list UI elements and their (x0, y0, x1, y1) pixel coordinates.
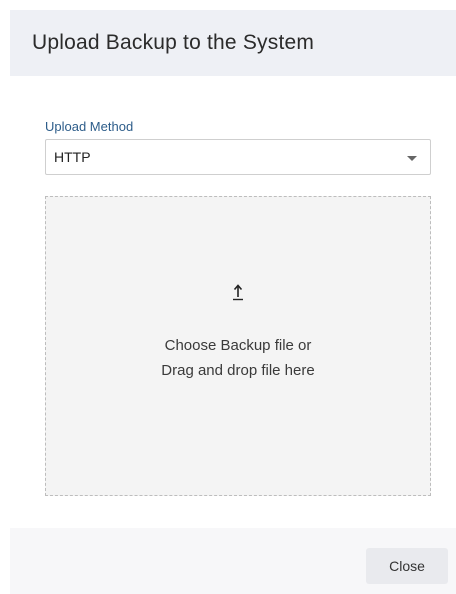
dropzone-line-drag: Drag and drop file here (161, 362, 315, 379)
dropzone-instructions: Choose Backup file or Drag and drop file… (46, 333, 430, 383)
dialog-body: Upload Method HTTP Choose Backup file or… (0, 76, 456, 528)
upload-method-label: Upload Method (45, 119, 134, 134)
upload-method-value: HTTP (54, 149, 91, 165)
close-button[interactable]: Close (366, 548, 448, 584)
upload-backup-dialog: Upload Backup to the System Upload Metho… (0, 0, 456, 594)
dialog-footer: Close (10, 528, 456, 594)
chevron-down-icon[interactable] (407, 156, 417, 161)
upload-arrow-icon (233, 284, 243, 301)
dropzone-line-choose[interactable]: Choose Backup file or (46, 333, 430, 358)
dialog-header: Upload Backup to the System (10, 10, 456, 76)
file-dropzone[interactable]: Choose Backup file or Drag and drop file… (45, 196, 431, 496)
dialog-title: Upload Backup to the System (32, 31, 315, 54)
upload-method-select[interactable]: HTTP (45, 139, 431, 175)
